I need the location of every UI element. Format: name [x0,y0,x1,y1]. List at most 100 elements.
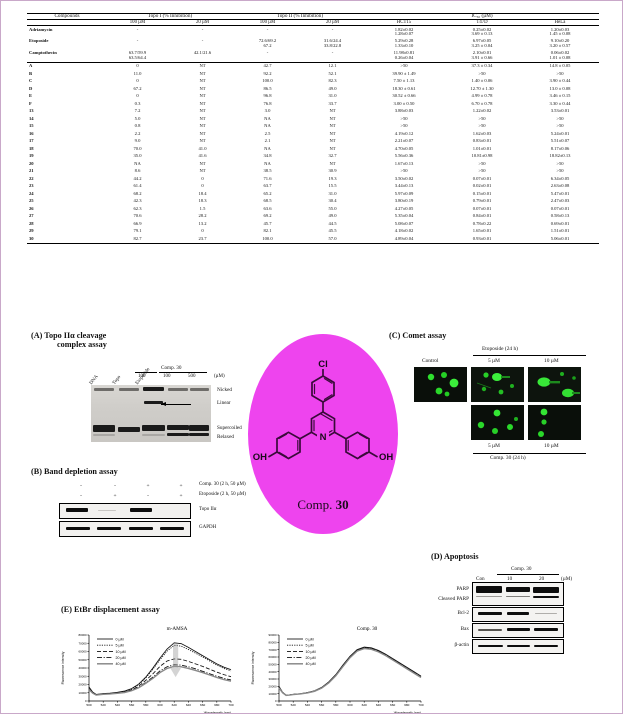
cell-topo1-20: NT [199,160,206,166]
cell-hela: 0.07±0.01 [550,205,570,211]
row-label: E [29,93,33,99]
cell-topo1-100: 61.4 [133,183,142,189]
cell-topo2-20: NT [329,130,336,136]
panel-b-r1-s2: - [114,483,116,489]
cell-topo1-100: 68.2 [133,190,142,196]
cell-t47d: 4.99 ± 0.78 [471,93,493,99]
cell-topo2-20: 33.7 [328,100,337,106]
cell-topo1-100: 5.0 [134,115,141,121]
svg-text:30000: 30000 [79,674,87,678]
cell-topo1-100: 0 [136,78,139,84]
cell-topo2-20: 57.0 [328,235,337,241]
cell-hela: 3.53±0.01 [550,108,570,114]
panel-b-blot-gapdh [59,521,191,537]
cell-topo2-20: NT [329,160,336,166]
cell-topo2-100: - [266,26,269,32]
panel-a-title-line1: (A) Topo IIα cleavage [31,331,107,340]
cell-topo2-100: 100.0 [262,78,273,84]
cell-topo1-100: 79.1 [133,228,142,234]
cell-topo1-20: NT [199,100,206,106]
row-label: 18 [29,145,34,151]
cell-topo2-100: 100.0 [262,235,273,241]
svg-text:70000: 70000 [79,641,87,645]
cell-t47d: >50 [478,70,486,76]
cell-hct15: 7.50 ± 1.13 [393,78,415,84]
cell-hct15: 4.27±0.05 [394,205,414,211]
table-row: C 0 NT 100.0 82.3 7.50 ± 1.13 1.40 ± 0.06 3.90 … [27,78,599,86]
comet-svg-comp5 [471,405,524,440]
cell-hct15: 39.90 ± 1.49 [392,70,416,76]
row-label: 25 [29,198,34,204]
svg-text:80000: 80000 [79,633,87,637]
atom-label-n: N [320,432,327,443]
cell-t47d: >50 [478,168,486,174]
panel-c-title: (C) Comet assay [389,331,447,340]
table-row: 22 44.2 0 71.6 19.3 3.50±0.02 0.07±0.01 6.34±0.… [27,175,599,183]
panel-c-control-label: Control [422,358,439,364]
cell-hela: 5.51±0.07 [550,138,570,144]
table-row: 19 35.0 41.6 34.8 32.7 5.56±0.36 10.81±0.98 18.… [27,153,599,161]
cell-topo1-20: - [201,26,204,32]
svg-text:80000: 80000 [269,640,277,644]
cell-hct15: 1.82±0.02 1.28±0.07 [394,26,414,37]
cell-topo2-100: 2.5 [264,130,271,136]
legend-label-0µM: 0 µM [116,637,124,641]
cell-hela: 0.58±0.13 [550,213,570,219]
table-head: Compounds Topo I (% Inhibition) Topo II … [27,13,599,26]
cell-topo1-100: 0 [136,63,139,69]
cell-topo1-20: - [201,38,204,44]
cell-hct15: 30.52 ± 0.66 [392,93,416,99]
row-label: 23 [29,183,34,189]
cell-topo1-20: 42.1/21.6 [193,50,212,56]
cell-topo1-100: 42.3 [133,198,142,204]
cell-topo2-20: 55.0 [328,205,337,211]
panel-b-band-depletion: (B) Band depletion assay - - + + Comp. 3… [31,467,261,537]
cell-hela: 3.30 ± 0.44 [549,100,571,106]
molecule-name: Comp. 30 [248,497,398,513]
table-row: 30 82.7 23.7 100.0 57.0 4.89±0.04 0.93±0.01 5.0… [27,235,599,244]
svg-text:40000: 40000 [269,670,277,674]
cell-topo1-20: 1.5 [199,205,206,211]
row-label: 24 [29,190,34,196]
table-body-reference: Adriamycin - - - - 1.82±0.02 1.28±0.07 0.25±0.0… [27,26,599,62]
cell-t47d: 1.22±0.02 [472,108,492,114]
svg-text:500: 500 [86,703,91,707]
cell-topo2-20: 30.9 [328,168,337,174]
cell-topo2-20: NT [329,145,336,151]
cell-hct15: 5.29±0.28 1.33±0.10 [394,38,414,49]
row-label: A [29,63,33,69]
cell-topo2-20: NT [329,123,336,129]
legend-label-20µM: 20 µM [306,656,316,660]
cell-hct15: 3.80±0.19 [394,198,414,204]
cell-topo2-20: 45.5 [328,228,337,234]
panel-d-group-label: Comp. 30 [511,566,532,572]
svg-text:680: 680 [214,703,219,707]
cell-topo2-100: NA [264,115,271,121]
panel-c-bottom-dose-2: 10 µM [544,443,559,449]
table-row: Etoposide - - 72.6/69.2 67.2 31.6/24.4 33.8/22… [27,38,599,50]
row-label: C [29,78,33,84]
svg-text:60000: 60000 [79,650,87,654]
cell-t47d: 0.15±0.01 [472,190,492,196]
table-row: 17 9.0 NT 2.1 NT 2.21±0.07 0.83±0.01 5.51±0.07 [27,138,599,146]
table-row: D 67.2 NT 86.5 49.0 18.30 ± 0.61 12.70 ± 1.30 1… [27,85,599,93]
cell-topo1-100: - [136,38,139,44]
row-label: 14 [29,115,34,121]
cell-topo2-20: 52.1 [328,70,337,76]
cell-topo2-20: 31.6/24.4 33.8/22.8 [323,38,342,49]
panel-d-blot-bcl2 [472,607,564,622]
cell-topo2-100: 72.6/69.2 67.2 [258,38,277,49]
panel-e-title: (E) EtBr displacement assay [61,605,160,614]
svg-text:620: 620 [172,703,177,707]
cell-t47d: 0.07±0.01 [472,175,492,181]
cell-hela: 0.69±0.01 [550,220,570,226]
cell-topo2-20: NT [329,138,336,144]
row-label: Etoposide [29,38,49,44]
panel-c-top-dose-1: 5 µM [488,358,500,364]
table-row: A 0 NT 42.7 12.1 >50 37.3 ± 0.34 14.8 ± 0.05 [27,62,599,70]
cell-topo2-100: 38.5 [263,168,272,174]
table-row: F 0.3 NT 76.8 33.7 3.00 ± 0.50 6.70 ± 0.78 3.30… [27,100,599,108]
cell-topo2-100: 86.5 [263,85,272,91]
comet-image-etop-10 [528,367,581,402]
cell-t47d: 0.78±0.22 [472,220,492,226]
